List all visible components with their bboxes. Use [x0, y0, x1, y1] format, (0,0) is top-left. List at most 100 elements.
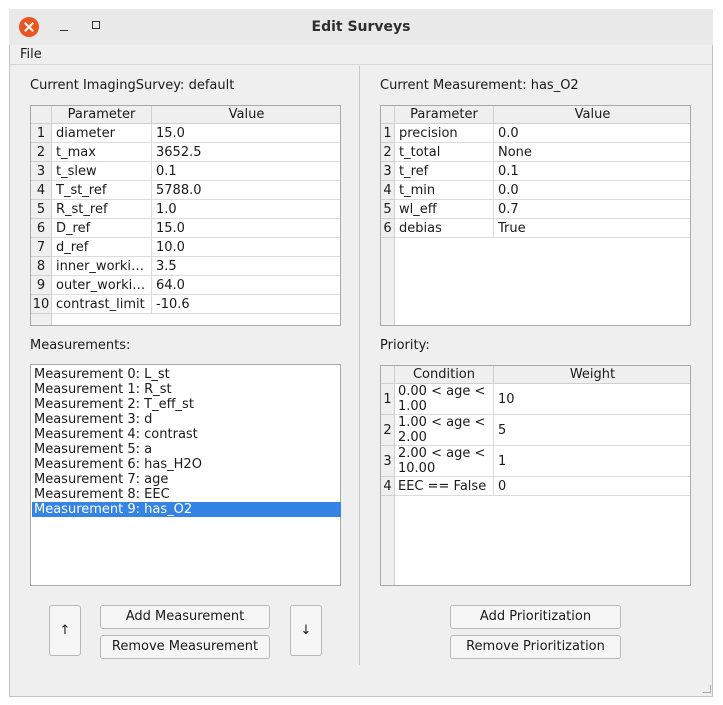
table-row[interactable]: 1 precision 0.0	[381, 124, 690, 143]
parameter-cell[interactable]: outer_workin...	[52, 276, 152, 295]
parameter-cell[interactable]: D_ref	[52, 219, 152, 238]
list-item[interactable]: Measurement 3: d	[32, 412, 341, 427]
table-row[interactable]: 1 0.00 < age <1.00 10	[381, 384, 690, 415]
move-up-button[interactable]: ↑	[49, 605, 81, 656]
add-measurement-button[interactable]: Add Measurement	[100, 605, 270, 629]
parameter-cell[interactable]: diameter	[52, 124, 152, 143]
table-row[interactable]: 2 t_max 3652.5	[31, 143, 340, 162]
table-row[interactable]: 4 t_min 0.0	[381, 181, 690, 200]
value-cell[interactable]: 0.0	[494, 181, 690, 200]
header-condition[interactable]: Condition	[395, 366, 494, 384]
parameter-cell[interactable]: inner_workin...	[52, 257, 152, 276]
value-cell[interactable]: None	[494, 143, 690, 162]
table-row[interactable]: 9 outer_workin... 64.0	[31, 276, 340, 295]
maximize-icon[interactable]	[92, 21, 100, 29]
parameter-cell[interactable]: contrast_limit	[52, 295, 152, 314]
value-cell[interactable]: 0.1	[152, 162, 340, 181]
value-cell[interactable]: 10.0	[152, 238, 340, 257]
arrow-down-icon: ↓	[300, 623, 312, 638]
value-cell[interactable]: 1.0	[152, 200, 340, 219]
survey-parameter-table[interactable]: Parameter Value 1 diameter 15.0 2 t_max 3652.…	[30, 105, 341, 326]
list-item[interactable]: Measurement 4: contrast	[32, 427, 341, 442]
condition-line-1: 1.00 < age <	[398, 415, 486, 430]
weight-cell[interactable]: 5	[494, 415, 690, 446]
table-row[interactable]: 2 t_total None	[381, 143, 690, 162]
remove-prioritization-button[interactable]: Remove Prioritization	[450, 635, 621, 659]
value-cell[interactable]: True	[494, 219, 690, 238]
priority-label: Priority:	[380, 338, 430, 353]
value-cell[interactable]: 3652.5	[152, 143, 340, 162]
parameter-cell[interactable]: precision	[395, 124, 494, 143]
value-cell[interactable]: 15.0	[152, 219, 340, 238]
table-row[interactable]: 4 EEC == False 0	[381, 477, 690, 496]
table-row[interactable]: 2 1.00 < age <2.00 5	[381, 415, 690, 446]
parameter-cell[interactable]: t_slew	[52, 162, 152, 181]
condition-cell[interactable]: 2.00 < age <10.00	[395, 446, 494, 477]
table-row[interactable]: 6 D_ref 15.0	[31, 219, 340, 238]
value-cell[interactable]: 64.0	[152, 276, 340, 295]
table-row[interactable]: 7 d_ref 10.0	[31, 238, 340, 257]
remove-measurement-button[interactable]: Remove Measurement	[100, 635, 270, 659]
list-item-selected[interactable]: Measurement 9: has_O2	[32, 502, 341, 517]
list-item[interactable]: Measurement 0: L_st	[32, 367, 341, 382]
list-item[interactable]: Measurement 6: has_H2O	[32, 457, 341, 472]
value-cell[interactable]: 0.7	[494, 200, 690, 219]
header-value[interactable]: Value	[152, 106, 340, 124]
list-item[interactable]: Measurement 5: a	[32, 442, 341, 457]
list-item[interactable]: Measurement 1: R_st	[32, 382, 341, 397]
table-row[interactable]: 1 diameter 15.0	[31, 124, 340, 143]
value-cell[interactable]: 0.1	[494, 162, 690, 181]
weight-cell[interactable]: 10	[494, 384, 690, 415]
add-prioritization-button[interactable]: Add Prioritization	[450, 605, 621, 629]
parameter-cell[interactable]: d_ref	[52, 238, 152, 257]
table-row[interactable]: 3 2.00 < age <10.00 1	[381, 446, 690, 477]
weight-cell[interactable]: 1	[494, 446, 690, 477]
measurements-list[interactable]: Measurement 0: L_st Measurement 1: R_st Me…	[30, 364, 341, 586]
header-parameter[interactable]: Parameter	[52, 106, 152, 124]
table-row[interactable]: 8 inner_workin... 3.5	[31, 257, 340, 276]
condition-line-1: EEC == False	[398, 478, 487, 494]
close-icon[interactable]	[19, 17, 39, 37]
list-item[interactable]: Measurement 8: EEC	[32, 487, 341, 502]
menu-file[interactable]: File	[20, 46, 42, 64]
table-row[interactable]: 5 R_st_ref 1.0	[31, 200, 340, 219]
weight-cell[interactable]: 0	[494, 477, 690, 496]
move-down-button[interactable]: ↓	[290, 605, 322, 656]
header-weight[interactable]: Weight	[494, 366, 690, 384]
resize-grip-icon[interactable]	[703, 685, 711, 693]
condition-text: 0.00 < age <1.00	[398, 384, 485, 414]
table-row[interactable]: 3 t_slew 0.1	[31, 162, 340, 181]
table-row[interactable]: 6 debias True	[381, 219, 690, 238]
parameter-cell[interactable]: T_st_ref	[52, 181, 152, 200]
condition-cell[interactable]: EEC == False	[395, 477, 494, 496]
value-cell[interactable]: -10.6	[152, 295, 340, 314]
priority-table[interactable]: Condition Weight 1 0.00 < age <1.00 10 2 1.0…	[380, 365, 691, 586]
list-item[interactable]: Measurement 2: T_eff_st	[32, 397, 341, 412]
header-parameter[interactable]: Parameter	[395, 106, 494, 124]
measurement-parameter-table[interactable]: Parameter Value 1 precision 0.0 2 t_total Non…	[380, 105, 691, 326]
parameter-cell[interactable]: R_st_ref	[52, 200, 152, 219]
parameter-cell[interactable]: t_max	[52, 143, 152, 162]
title-bar[interactable]: Edit Surveys	[9, 9, 713, 45]
parameter-cell[interactable]: debias	[395, 219, 494, 238]
row-number: 6	[31, 219, 52, 238]
value-cell[interactable]: 5788.0	[152, 181, 340, 200]
list-item[interactable]: Measurement 7: age	[32, 472, 341, 487]
parameter-cell[interactable]: t_min	[395, 181, 494, 200]
header-value[interactable]: Value	[494, 106, 690, 124]
table-row[interactable]: 3 t_ref 0.1	[381, 162, 690, 181]
parameter-cell[interactable]: t_total	[395, 143, 494, 162]
condition-cell[interactable]: 1.00 < age <2.00	[395, 415, 494, 446]
panel-divider[interactable]	[359, 66, 360, 665]
condition-cell[interactable]: 0.00 < age <1.00	[395, 384, 494, 415]
value-cell[interactable]: 0.0	[494, 124, 690, 143]
row-number: 1	[31, 124, 52, 143]
minimize-icon[interactable]	[57, 19, 73, 35]
table-row[interactable]: 5 wl_eff 0.7	[381, 200, 690, 219]
table-row[interactable]: 4 T_st_ref 5788.0	[31, 181, 340, 200]
table-row[interactable]: 10 contrast_limit -10.6	[31, 295, 340, 314]
value-cell[interactable]: 3.5	[152, 257, 340, 276]
value-cell[interactable]: 15.0	[152, 124, 340, 143]
parameter-cell[interactable]: wl_eff	[395, 200, 494, 219]
parameter-cell[interactable]: t_ref	[395, 162, 494, 181]
